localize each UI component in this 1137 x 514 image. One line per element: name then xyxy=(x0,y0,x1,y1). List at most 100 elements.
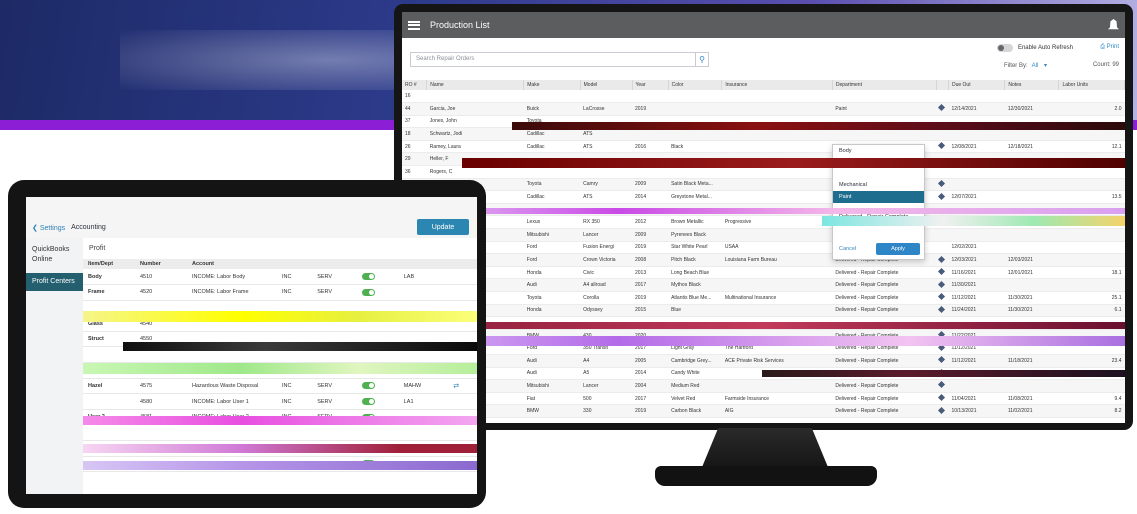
edit-icon[interactable] xyxy=(938,331,946,339)
table-row[interactable] xyxy=(402,316,1125,330)
apply-button[interactable]: Apply xyxy=(876,243,920,255)
column-header[interactable] xyxy=(936,80,949,90)
edit-cell xyxy=(936,341,949,355)
auto-refresh-toggle[interactable]: Enable Auto Refresh xyxy=(996,44,1073,52)
table-row[interactable]: 36 Rogers, C xyxy=(402,165,1125,179)
edit-icon[interactable] xyxy=(938,142,946,150)
search-button[interactable]: ⚲ xyxy=(695,51,709,67)
table-row[interactable]: 26Ramey, LauraCadillacATS2016Black Body 12… xyxy=(402,140,1125,154)
table-row[interactable]: 37 Jones, John Toyota xyxy=(402,115,1125,129)
enabled-toggle[interactable] xyxy=(362,273,376,281)
search-input[interactable]: Search Repair Orders xyxy=(410,51,696,67)
enabled-toggle[interactable] xyxy=(362,288,376,296)
table-row[interactable]: Mitsubishi Lancer 2009 Pyrenees Black xyxy=(402,228,1125,242)
menu-icon[interactable] xyxy=(408,20,420,30)
table-row[interactable]: Audi A4 allroad 2017 Mythos Black Delivered … xyxy=(402,278,1125,292)
table-row[interactable]: Glass 4540 xyxy=(83,315,477,332)
table-row[interactable] xyxy=(83,300,477,317)
column-header[interactable]: Due Out xyxy=(948,80,1006,90)
table-row[interactable]: Struct 4550 xyxy=(83,331,477,348)
column-header[interactable]: Make xyxy=(523,80,581,90)
edit-icon[interactable] xyxy=(938,255,946,263)
table-row[interactable]: User Defined 4584 INCOME: Labor User Defin… xyxy=(83,456,477,473)
table-row[interactable]: Mitsubishi Lancer 2004 Medium Red Delivered … xyxy=(402,379,1125,393)
edit-icon[interactable] xyxy=(938,293,946,301)
table-row[interactable]: Honda Odyssey 2015 Blue Delivered - Repair C… xyxy=(402,304,1125,318)
dept-option[interactable]: Delivered - Repair Complete xyxy=(833,211,924,223)
enabled-toggle[interactable] xyxy=(362,413,376,421)
cell-number xyxy=(135,300,187,317)
table-row[interactable] xyxy=(402,203,1125,217)
table-row[interactable]: Ford 350 Transit 2017 Light Gray The Hartfor… xyxy=(402,341,1125,355)
edit-icon[interactable] xyxy=(938,217,946,225)
table-row[interactable]: Audi A5 2014 Candy White Delivered - Repair … xyxy=(402,367,1125,381)
column-header[interactable]: Model xyxy=(580,80,633,90)
column-header[interactable]: Department xyxy=(832,80,937,90)
table-row[interactable]: User 2 4581 INCOME: Labor User 2 INC SERV xyxy=(83,409,477,426)
dept-option[interactable]: Body xyxy=(833,145,924,157)
cell-insurance xyxy=(721,228,833,242)
edit-icon[interactable] xyxy=(938,368,946,376)
edit-icon[interactable] xyxy=(938,305,946,313)
table-row[interactable]: 44 Garcia, Joe Buick LaCrosse 2019 Paint 12/14… xyxy=(402,102,1125,116)
table-row[interactable]: SusanLexusRX 3502012Brown MetallicProgre… xyxy=(402,215,1125,230)
edit-icon[interactable] xyxy=(938,192,946,200)
table-row[interactable]: Elect 4570 INCOME: Labor Electrical INC SERV… xyxy=(83,362,477,379)
dept-option[interactable]: Paint xyxy=(833,191,924,203)
table-row[interactable]: Toyota Corolla 2019 Atlantis Blue Me... Mult… xyxy=(402,291,1125,305)
table-row[interactable] xyxy=(83,424,477,442)
edit-icon[interactable] xyxy=(938,179,946,187)
cancel-button[interactable]: Cancel xyxy=(839,246,856,252)
table-row[interactable]: Audi A4 2005 Cambridge Grey... ACE Private R… xyxy=(402,354,1125,368)
dept-option[interactable]: Mechanical xyxy=(833,179,924,191)
edit-icon[interactable] xyxy=(938,104,946,112)
table-row[interactable]: Ford Crown Victoria 2008 Pitch Black Louisia… xyxy=(402,253,1125,267)
bell-icon[interactable] xyxy=(1108,19,1119,30)
table-row[interactable]: BMW 330 2019 Carbon Black AIG Delivered - Rep… xyxy=(402,404,1125,418)
column-header[interactable]: Color xyxy=(668,80,723,90)
update-button[interactable]: Update xyxy=(417,219,469,235)
table-row[interactable]: 20MindyCadillacATS2014Greystone Metal...… xyxy=(402,190,1125,204)
table-row[interactable]: Ford Fusion Energi 2019 Star White Pearl USA… xyxy=(402,241,1125,255)
back-button[interactable]: ❮ Settings xyxy=(32,224,65,232)
toggle-switch[interactable] xyxy=(996,44,1013,52)
table-row[interactable]: Fiat 500 2017 Velvet Red Farmside Insurance D… xyxy=(402,392,1125,406)
table-row[interactable]: Frame 4520 INCOME: Labor Frame INC SERV xyxy=(83,284,477,301)
enabled-toggle[interactable] xyxy=(362,460,376,468)
column-header[interactable]: Labor Units xyxy=(1058,80,1125,90)
enabled-toggle[interactable] xyxy=(362,366,376,374)
edit-icon[interactable] xyxy=(938,381,946,389)
column-header[interactable]: RO # xyxy=(402,80,428,90)
enabled-toggle[interactable] xyxy=(362,382,376,390)
table-row[interactable]: 18 Schwartz, Jodi Cadillac ATS xyxy=(402,127,1125,141)
edit-cell xyxy=(936,316,949,330)
sidebar-item[interactable]: QuickBooks Online xyxy=(26,241,83,269)
column-header[interactable]: Insurance xyxy=(721,80,833,90)
column-header[interactable]: Year xyxy=(632,80,669,90)
table-row[interactable] xyxy=(83,346,477,364)
filter-by[interactable]: Filter By: All ▾ xyxy=(1004,62,1047,69)
sidebar-item[interactable]: Profit Centers xyxy=(26,273,83,291)
enabled-toggle[interactable] xyxy=(362,398,376,406)
table-row[interactable]: 29 Heller, F xyxy=(402,152,1125,167)
edit-icon[interactable] xyxy=(938,268,946,276)
column-header[interactable]: Notes xyxy=(1004,80,1060,90)
table-row[interactable]: SERV xyxy=(83,440,477,457)
table-row[interactable]: 4580 INCOME: Labor User 1 INC SERV LA1 xyxy=(83,393,477,410)
table-row[interactable]: 23Hernandez, JoseToyotaCamry2009Satin Bl… xyxy=(402,178,1125,192)
column-header[interactable]: Name xyxy=(426,80,525,90)
table-row[interactable]: Honda Civic 2013 Long Beach Blue Delivered -… xyxy=(402,266,1125,280)
sync-cell xyxy=(448,424,477,442)
sync-icon[interactable]: ⇄ xyxy=(453,383,459,390)
edit-icon[interactable] xyxy=(938,394,946,402)
table-row[interactable]: BMW 430 2020 Delivered - Repair Complete 11/… xyxy=(402,329,1125,343)
table-row[interactable]: 16 xyxy=(402,90,1125,104)
print-button[interactable]: ⎙ Print xyxy=(1100,44,1119,51)
edit-icon[interactable] xyxy=(938,343,946,351)
edit-icon[interactable] xyxy=(938,406,946,414)
edit-icon[interactable] xyxy=(938,356,946,364)
filter-value[interactable]: All xyxy=(1032,63,1039,69)
edit-icon[interactable] xyxy=(938,280,946,288)
table-row[interactable]: Body 4510 INCOME: Labor Body INC SERV LAB xyxy=(83,269,477,286)
table-row[interactable]: Hazel 4575 Hazardous Waste Disposal INC SERV… xyxy=(83,378,477,395)
